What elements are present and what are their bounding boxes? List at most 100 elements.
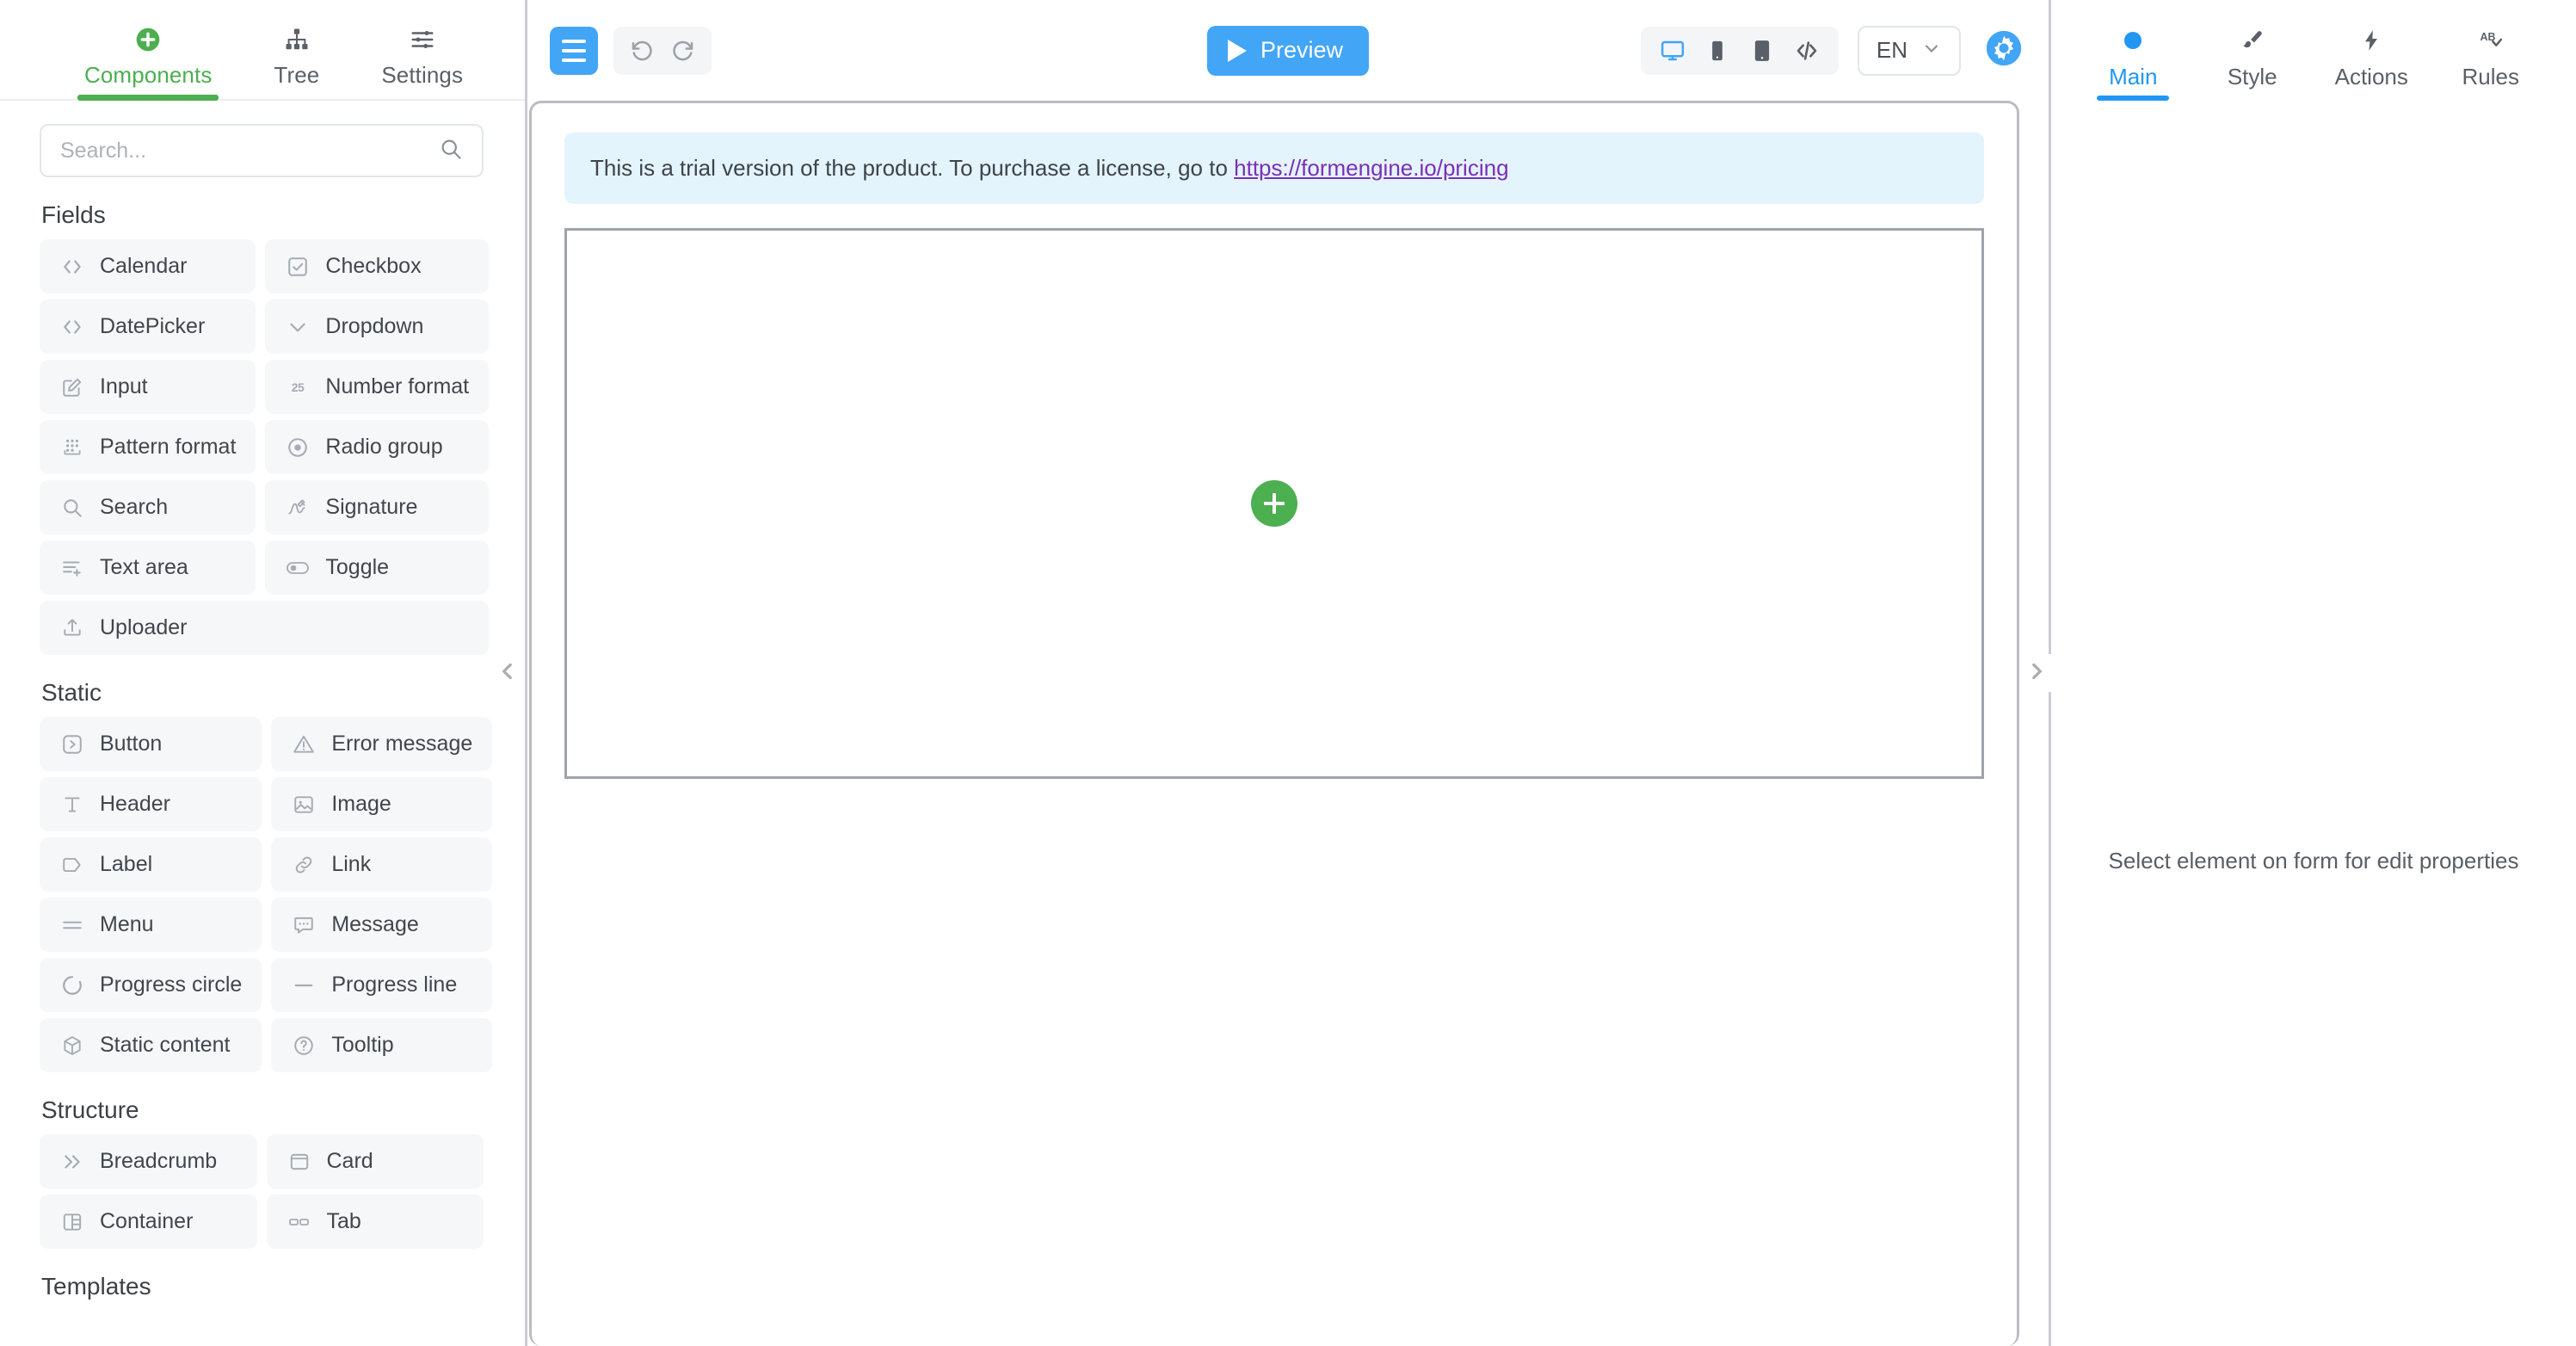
tab-rules[interactable]: AB Rules bbox=[2450, 26, 2532, 101]
sidebar-tabs: Components Tree Settings bbox=[0, 0, 525, 101]
center-area: Preview bbox=[527, 0, 2049, 1346]
component-tooltip[interactable]: Tooltip bbox=[271, 1018, 492, 1072]
component-label: Message bbox=[331, 912, 418, 937]
play-icon bbox=[1228, 40, 1247, 62]
right-panel-body: Select element on form for edit properti… bbox=[2051, 101, 2576, 1346]
tab-actions[interactable]: Actions bbox=[2330, 26, 2413, 101]
component-label-el[interactable]: Label bbox=[40, 837, 262, 892]
tab-label: Actions bbox=[2335, 64, 2408, 90]
component-static-content[interactable]: Static content bbox=[40, 1018, 262, 1072]
sidebar-tab-label: Components bbox=[84, 62, 212, 89]
signature-icon bbox=[285, 495, 311, 521]
component-label: Button bbox=[100, 732, 162, 756]
collapse-right-panel-button[interactable] bbox=[2022, 654, 2051, 692]
component-menu[interactable]: Menu bbox=[40, 898, 262, 952]
component-radio-group[interactable]: Radio group bbox=[265, 420, 489, 474]
component-label: DatePicker bbox=[100, 314, 205, 339]
pricing-link[interactable]: https://formengine.io/pricing bbox=[1234, 155, 1508, 181]
group-title-fields: Fields bbox=[41, 201, 484, 229]
sidebar-tab-components[interactable]: Components bbox=[84, 25, 212, 99]
tab-main[interactable]: Main bbox=[2092, 26, 2174, 101]
search-icon[interactable] bbox=[439, 137, 463, 165]
component-toggle[interactable]: Toggle bbox=[265, 540, 489, 595]
component-message[interactable]: Message bbox=[271, 898, 492, 952]
component-label: Search bbox=[100, 495, 168, 520]
search-input[interactable] bbox=[60, 139, 439, 164]
component-label: Breadcrumb bbox=[100, 1149, 217, 1174]
component-label: Tab bbox=[327, 1209, 361, 1234]
component-button[interactable]: Button bbox=[40, 717, 262, 771]
trial-banner-text: This is a trial version of the product. … bbox=[590, 155, 1234, 181]
brush-icon bbox=[2240, 26, 2265, 55]
preview-button[interactable]: Preview bbox=[1207, 26, 1369, 76]
component-datepicker[interactable]: DatePicker bbox=[40, 299, 256, 354]
undo-icon[interactable] bbox=[624, 33, 660, 69]
mobile-icon[interactable] bbox=[1698, 32, 1737, 70]
form-dropzone[interactable] bbox=[564, 228, 1984, 779]
code-icon[interactable] bbox=[1787, 32, 1827, 70]
component-search[interactable]: Search bbox=[40, 480, 256, 534]
code-brackets-icon bbox=[59, 314, 85, 340]
sliders-icon bbox=[410, 25, 435, 54]
component-label: Dropdown bbox=[325, 314, 423, 339]
chevron-down-icon bbox=[1921, 38, 1942, 63]
component-uploader[interactable]: Uploader bbox=[40, 601, 489, 655]
collapse-left-panel-button[interactable] bbox=[493, 654, 522, 692]
preview-button-label: Preview bbox=[1260, 37, 1343, 64]
warning-triangle-icon bbox=[291, 732, 317, 757]
right-panel-tabs: Main Style Actions AB Rules bbox=[2051, 0, 2576, 101]
language-selector[interactable]: EN bbox=[1858, 26, 1961, 76]
double-chevron-right-icon bbox=[59, 1149, 85, 1175]
component-container[interactable]: Container bbox=[40, 1195, 257, 1249]
tablet-icon[interactable] bbox=[1742, 32, 1782, 70]
add-element-button[interactable] bbox=[1251, 480, 1297, 527]
component-text-area[interactable]: Text area bbox=[40, 540, 256, 595]
desktop-icon[interactable] bbox=[1653, 32, 1692, 70]
tab-style[interactable]: Style bbox=[2211, 26, 2294, 101]
card-icon bbox=[287, 1149, 312, 1175]
component-dropdown[interactable]: Dropdown bbox=[265, 299, 489, 354]
component-error-message[interactable]: Error message bbox=[271, 717, 492, 771]
component-number-format[interactable]: 25 Number format bbox=[265, 360, 489, 414]
group-title-structure: Structure bbox=[41, 1096, 484, 1124]
component-label: Label bbox=[100, 852, 152, 877]
component-progress-line[interactable]: Progress line bbox=[271, 958, 492, 1012]
hamburger-menu-icon[interactable] bbox=[550, 27, 598, 75]
svg-text:25: 25 bbox=[292, 380, 305, 394]
component-label: Tooltip bbox=[331, 1033, 393, 1058]
component-progress-circle[interactable]: Progress circle bbox=[40, 958, 262, 1012]
ab-check-icon: AB bbox=[2476, 26, 2505, 55]
component-card[interactable]: Card bbox=[267, 1134, 484, 1189]
component-image[interactable]: Image bbox=[271, 777, 492, 831]
component-breadcrumb[interactable]: Breadcrumb bbox=[40, 1134, 257, 1189]
group-title-templates: Templates bbox=[41, 1273, 484, 1300]
component-tab[interactable]: Tab bbox=[267, 1195, 484, 1249]
component-pattern-format[interactable]: Pattern format bbox=[40, 420, 256, 474]
sidebar-component-list[interactable]: Fields Calendar Checkbox DatePicker Drop… bbox=[0, 177, 525, 1346]
component-signature[interactable]: Signature bbox=[265, 480, 489, 534]
component-label: Image bbox=[331, 792, 391, 817]
redo-icon[interactable] bbox=[665, 33, 701, 69]
component-label: Static content bbox=[100, 1033, 230, 1058]
sidebar-tab-settings[interactable]: Settings bbox=[381, 25, 463, 99]
question-circle-icon bbox=[291, 1033, 317, 1059]
component-input[interactable]: Input bbox=[40, 360, 256, 414]
component-label: Header bbox=[100, 792, 170, 817]
component-label: Toggle bbox=[325, 555, 389, 580]
component-calendar[interactable]: Calendar bbox=[40, 239, 256, 293]
form-canvas[interactable]: This is a trial version of the product. … bbox=[529, 101, 2019, 1346]
sidebar-tab-tree[interactable]: Tree bbox=[274, 25, 319, 99]
component-link[interactable]: Link bbox=[271, 837, 492, 892]
toggle-icon bbox=[285, 555, 311, 581]
tag-icon bbox=[59, 852, 85, 878]
component-header[interactable]: Header bbox=[40, 777, 262, 831]
sidebar-tab-label: Settings bbox=[381, 62, 463, 89]
search-box[interactable] bbox=[40, 124, 484, 177]
component-label: Calendar bbox=[100, 254, 187, 279]
component-label: Checkbox bbox=[325, 254, 421, 279]
component-checkbox[interactable]: Checkbox bbox=[265, 239, 489, 293]
component-label: Uploader bbox=[100, 615, 187, 640]
component-label: Number format bbox=[325, 374, 469, 399]
circle-dot-icon bbox=[2120, 26, 2146, 55]
settings-button[interactable] bbox=[1980, 27, 2028, 75]
